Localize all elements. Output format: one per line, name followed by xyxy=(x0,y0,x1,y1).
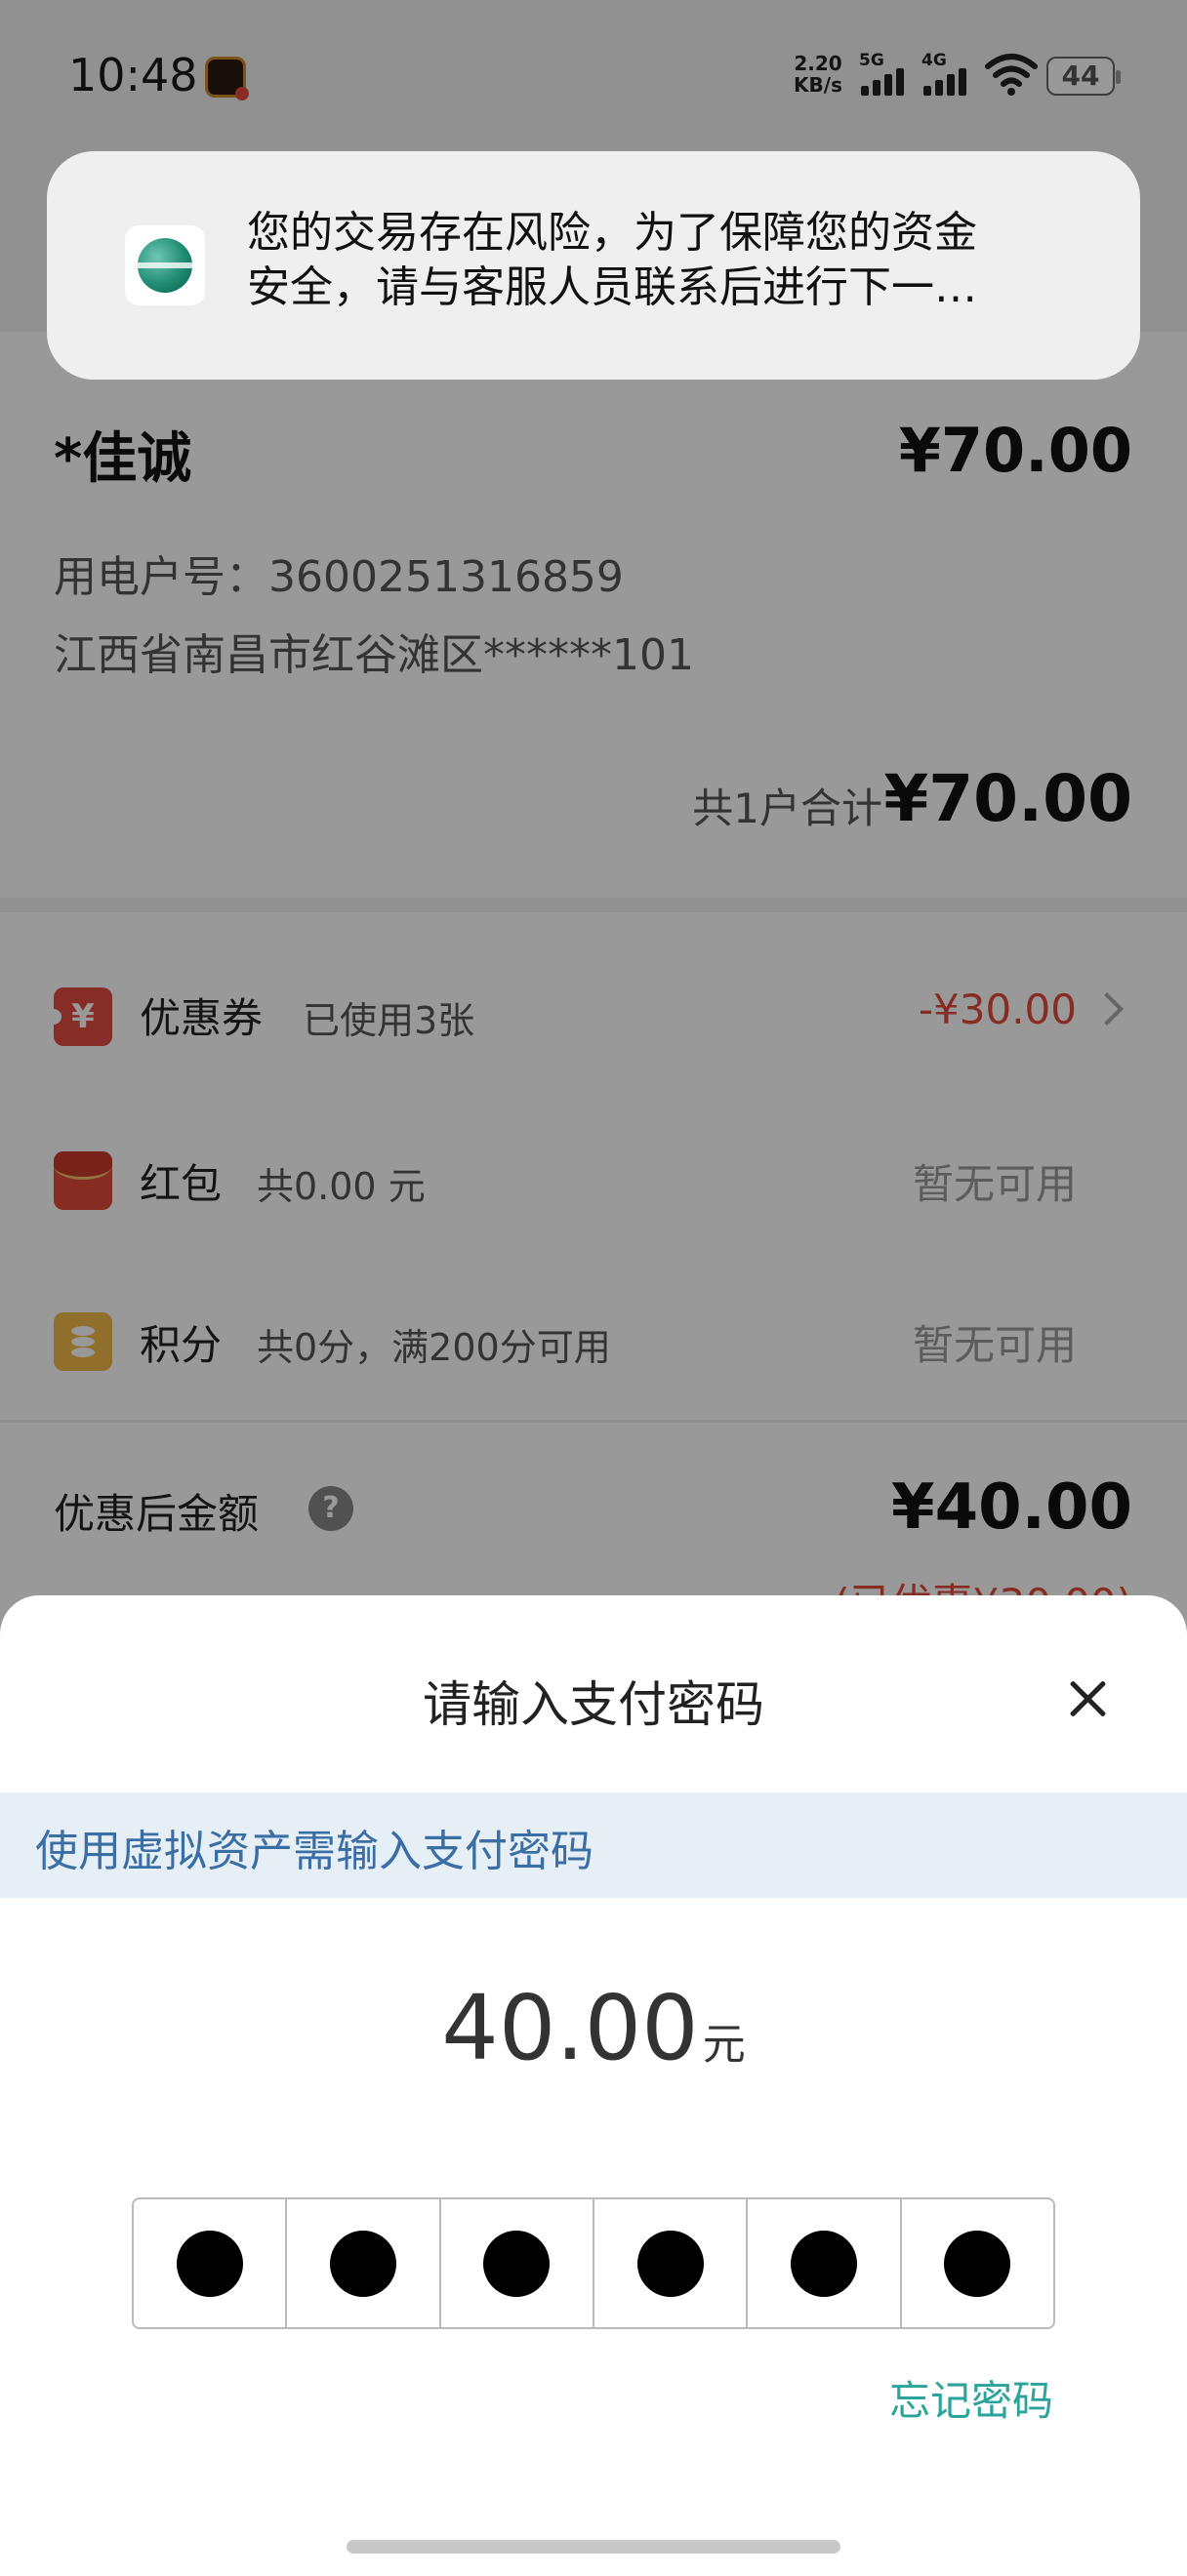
home-indicator[interactable] xyxy=(347,2540,840,2554)
close-icon[interactable] xyxy=(1062,1673,1113,1724)
forgot-password-link[interactable]: 忘记密码 xyxy=(889,2368,1053,2428)
amount-unit: 元 xyxy=(702,2020,746,2070)
pin-dot-icon xyxy=(483,2230,551,2297)
notice-text: 使用虚拟资产需输入支付密码 xyxy=(35,1827,594,1876)
notice-banner: 使用虚拟资产需输入支付密码 xyxy=(0,1792,1187,1898)
risk-notification-toast[interactable]: 您的交易存在风险，为了保障您的资金 安全，请与客服人员联系后进行下一… xyxy=(47,151,1140,380)
pin-dot-icon xyxy=(329,2230,396,2297)
pin-cell[interactable] xyxy=(748,2199,902,2327)
state-grid-logo-icon xyxy=(125,225,205,305)
amount-value: 40.00 xyxy=(441,1976,699,2080)
pin-cell[interactable] xyxy=(287,2199,441,2327)
payment-password-sheet: 请输入支付密码 使用虚拟资产需输入支付密码 40.00元 忘记密码 xyxy=(0,1595,1187,2576)
pin-dot-icon xyxy=(944,2230,1011,2297)
pin-cell[interactable] xyxy=(441,2199,594,2327)
notification-line: 您的交易存在风险，为了保障您的资金 xyxy=(247,208,977,258)
pin-cell[interactable] xyxy=(594,2199,749,2327)
pin-dot-icon xyxy=(636,2230,704,2297)
sheet-title: 请输入支付密码 xyxy=(423,1676,764,1733)
password-input[interactable] xyxy=(132,2197,1055,2329)
pin-dot-icon xyxy=(790,2230,857,2297)
notification-message: 您的交易存在风险，为了保障您的资金 安全，请与客服人员联系后进行下一… xyxy=(247,206,1096,315)
notification-line: 安全，请与客服人员联系后进行下一… xyxy=(247,262,977,312)
pin-dot-icon xyxy=(176,2230,243,2297)
pin-cell[interactable] xyxy=(902,2199,1053,2327)
payment-amount: 40.00元 xyxy=(0,1976,1187,2080)
pin-cell[interactable] xyxy=(134,2199,288,2327)
